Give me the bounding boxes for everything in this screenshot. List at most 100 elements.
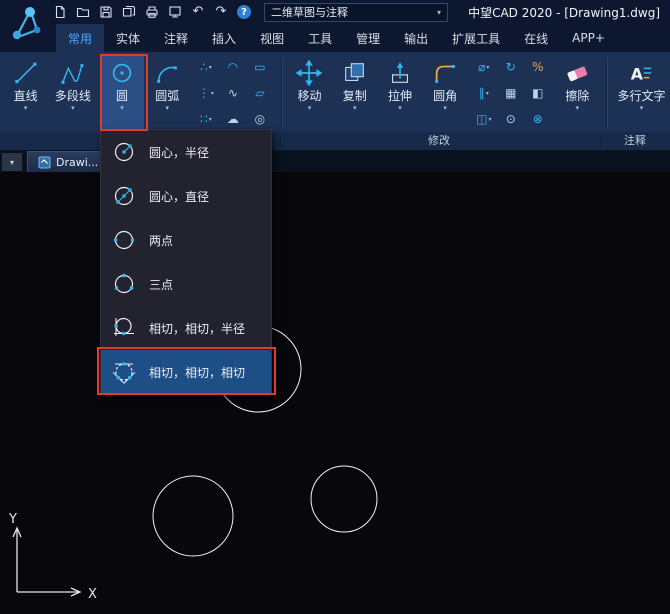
redo-icon[interactable]: ↷ — [213, 4, 229, 20]
arc-segment-icon[interactable]: ◠ — [220, 55, 246, 80]
new-file-icon[interactable] — [52, 4, 68, 20]
save-icon[interactable] — [98, 4, 114, 20]
undo-icon[interactable]: ↶ — [190, 4, 206, 20]
circle-tool-button[interactable]: 圆 ▾ — [100, 54, 144, 132]
open-file-icon[interactable] — [75, 4, 91, 20]
polyline-icon — [60, 57, 86, 89]
circle-icon — [109, 57, 135, 89]
icon-glyph: ▱ — [255, 86, 265, 100]
rotate-icon[interactable]: ↻ — [498, 55, 524, 80]
menu-item-label: 两点 — [149, 233, 174, 248]
chevron-down-icon: ▾ — [639, 104, 644, 112]
help-glyph: ? — [237, 5, 251, 19]
chevron-down-icon: ▾ — [486, 63, 490, 71]
mtext-tool-button[interactable]: A 多行文字 ▾ — [613, 54, 670, 132]
mtext-icon: A — [628, 57, 654, 89]
tab-list-button[interactable]: ▾ — [2, 153, 22, 171]
chevron-down-icon: ▾ — [9, 157, 14, 167]
drawn-circle[interactable] — [310, 465, 378, 533]
mirror-icon[interactable]: ◧ — [525, 81, 551, 106]
tab-online[interactable]: 在线 — [512, 24, 560, 52]
icon-glyph: ◧ — [532, 86, 544, 100]
arc-label: 圆弧 — [155, 89, 180, 103]
icon-glyph: ∥ — [478, 86, 485, 100]
chevron-down-icon: ▾ — [23, 104, 28, 112]
quick-access-toolbar: ↶ ↷ ? — [52, 4, 252, 20]
scale-icon[interactable]: % — [525, 55, 551, 80]
offset-icon[interactable]: ∥ ▾ — [471, 81, 497, 106]
print-icon[interactable] — [144, 4, 160, 20]
undo-glyph: ↶ — [192, 4, 204, 19]
polyline-label: 多段线 — [54, 89, 91, 103]
erase-tool-button[interactable]: 擦除 ▾ — [555, 54, 600, 132]
group-row-separator — [280, 134, 281, 148]
tab-extension-tools[interactable]: 扩展工具 — [440, 24, 512, 52]
icon-glyph: ⊗ — [532, 112, 543, 126]
trim-icon[interactable]: ⌀ ▾ — [471, 55, 497, 80]
tab-annotate[interactable]: 注释 — [152, 24, 200, 52]
chevron-down-icon: ▾ — [120, 104, 124, 112]
icon-glyph: ⌀ — [478, 60, 486, 74]
dwg-file-icon — [38, 156, 51, 169]
move-tool-button[interactable]: 移动 ▾ — [288, 54, 331, 132]
rectangle-icon[interactable]: ▭ — [247, 55, 273, 80]
plot-preview-icon[interactable] — [167, 4, 183, 20]
menu-item-center-radius[interactable]: 圆心，半径 — [101, 130, 271, 174]
stretch-label: 拉伸 — [387, 89, 412, 103]
polyline-tool-button[interactable]: 多段线 ▾ — [47, 54, 98, 132]
stretch-tool-button[interactable]: 拉伸 ▾ — [378, 54, 421, 132]
menu-item-center-diameter[interactable]: 圆心，直径 — [101, 174, 271, 218]
icon-glyph: % — [532, 60, 544, 74]
modify-group-label: 修改 — [428, 134, 450, 147]
divide-icon[interactable]: ⋮ ▾ — [193, 81, 219, 106]
array-icon[interactable]: ▦ — [498, 81, 524, 106]
tab-home[interactable]: 常用 — [56, 24, 105, 52]
tab-insert[interactable]: 插入 — [200, 24, 248, 52]
drawn-circle[interactable] — [152, 475, 234, 557]
icon-glyph: ◫ — [476, 112, 488, 126]
menu-item-label: 三点 — [149, 277, 174, 292]
title-bar: ↶ ↷ ? 二维草图与注释 ▾ 中望CAD 2020 - [Drawing1.d… — [0, 0, 670, 24]
tab-solid[interactable]: 实体 — [104, 24, 152, 52]
fillet-tool-button[interactable]: 圆角 ▾ — [424, 54, 467, 132]
circle-two-point-icon — [111, 227, 137, 253]
ribbon-group-separator — [606, 58, 607, 128]
save-all-icon[interactable] — [121, 4, 137, 20]
icon-glyph: ☁ — [226, 112, 239, 126]
draw-small-tools: ∴ ▾ ◠ ▭ ⋮ ▾ ∿ ▱ ∷ ▾ ☁ ◎ — [193, 54, 273, 132]
tab-manage[interactable]: 管理 — [344, 24, 392, 52]
move-label: 移动 — [297, 89, 322, 103]
line-label: 直线 — [13, 89, 38, 103]
tab-view[interactable]: 视图 — [248, 24, 296, 52]
revision-cloud-icon[interactable]: ☁ — [220, 107, 246, 132]
ribbon: 直线 ▾ 多段线 ▾ 圆 ▾ 圆弧 ▾ ∴ ▾ ◠ ▭ ⋮ ▾ ∿ ▱ ∷ ▾ … — [0, 52, 670, 132]
tab-app-plus[interactable]: APP+ — [560, 24, 617, 52]
break-icon[interactable]: ◫ ▾ — [471, 107, 497, 132]
document-tab-drawing1[interactable]: Drawi... — [27, 151, 110, 172]
help-icon[interactable]: ? — [236, 4, 252, 20]
eraser-icon — [564, 57, 590, 89]
ellipse-icon[interactable]: ◎ — [247, 107, 273, 132]
menu-item-tan-tan-radius[interactable]: 相切，相切，半径 — [101, 306, 271, 350]
multi-point-icon[interactable]: ∷ ▾ — [193, 107, 219, 132]
stretch-icon — [387, 57, 413, 89]
workspace-selector[interactable]: 二维草图与注释 ▾ — [264, 2, 448, 22]
region-icon[interactable]: ▱ — [247, 81, 273, 106]
icon-glyph: ⊙ — [505, 112, 516, 126]
menu-item-two-point[interactable]: 两点 — [101, 218, 271, 262]
point-style-icon[interactable]: ∴ ▾ — [193, 55, 219, 80]
chevron-down-icon: ▾ — [443, 104, 447, 112]
mtext-label: 多行文字 — [617, 89, 666, 103]
spline-icon[interactable]: ∿ — [220, 81, 246, 106]
line-tool-button[interactable]: 直线 ▾ — [6, 54, 45, 132]
menu-item-tan-tan-tan[interactable]: 相切，相切，相切 — [101, 350, 271, 394]
menu-item-three-point[interactable]: 三点 — [101, 262, 271, 306]
arc-tool-button[interactable]: 圆弧 ▾ — [146, 54, 189, 132]
tab-output[interactable]: 输出 — [392, 24, 440, 52]
icon-glyph: ▭ — [254, 60, 266, 74]
tab-tools[interactable]: 工具 — [296, 24, 344, 52]
join-icon[interactable]: ⊙ — [498, 107, 524, 132]
explode-icon[interactable]: ⊗ — [525, 107, 551, 132]
circle-center-diameter-icon — [111, 183, 137, 209]
copy-tool-button[interactable]: 复制 ▾ — [333, 54, 376, 132]
